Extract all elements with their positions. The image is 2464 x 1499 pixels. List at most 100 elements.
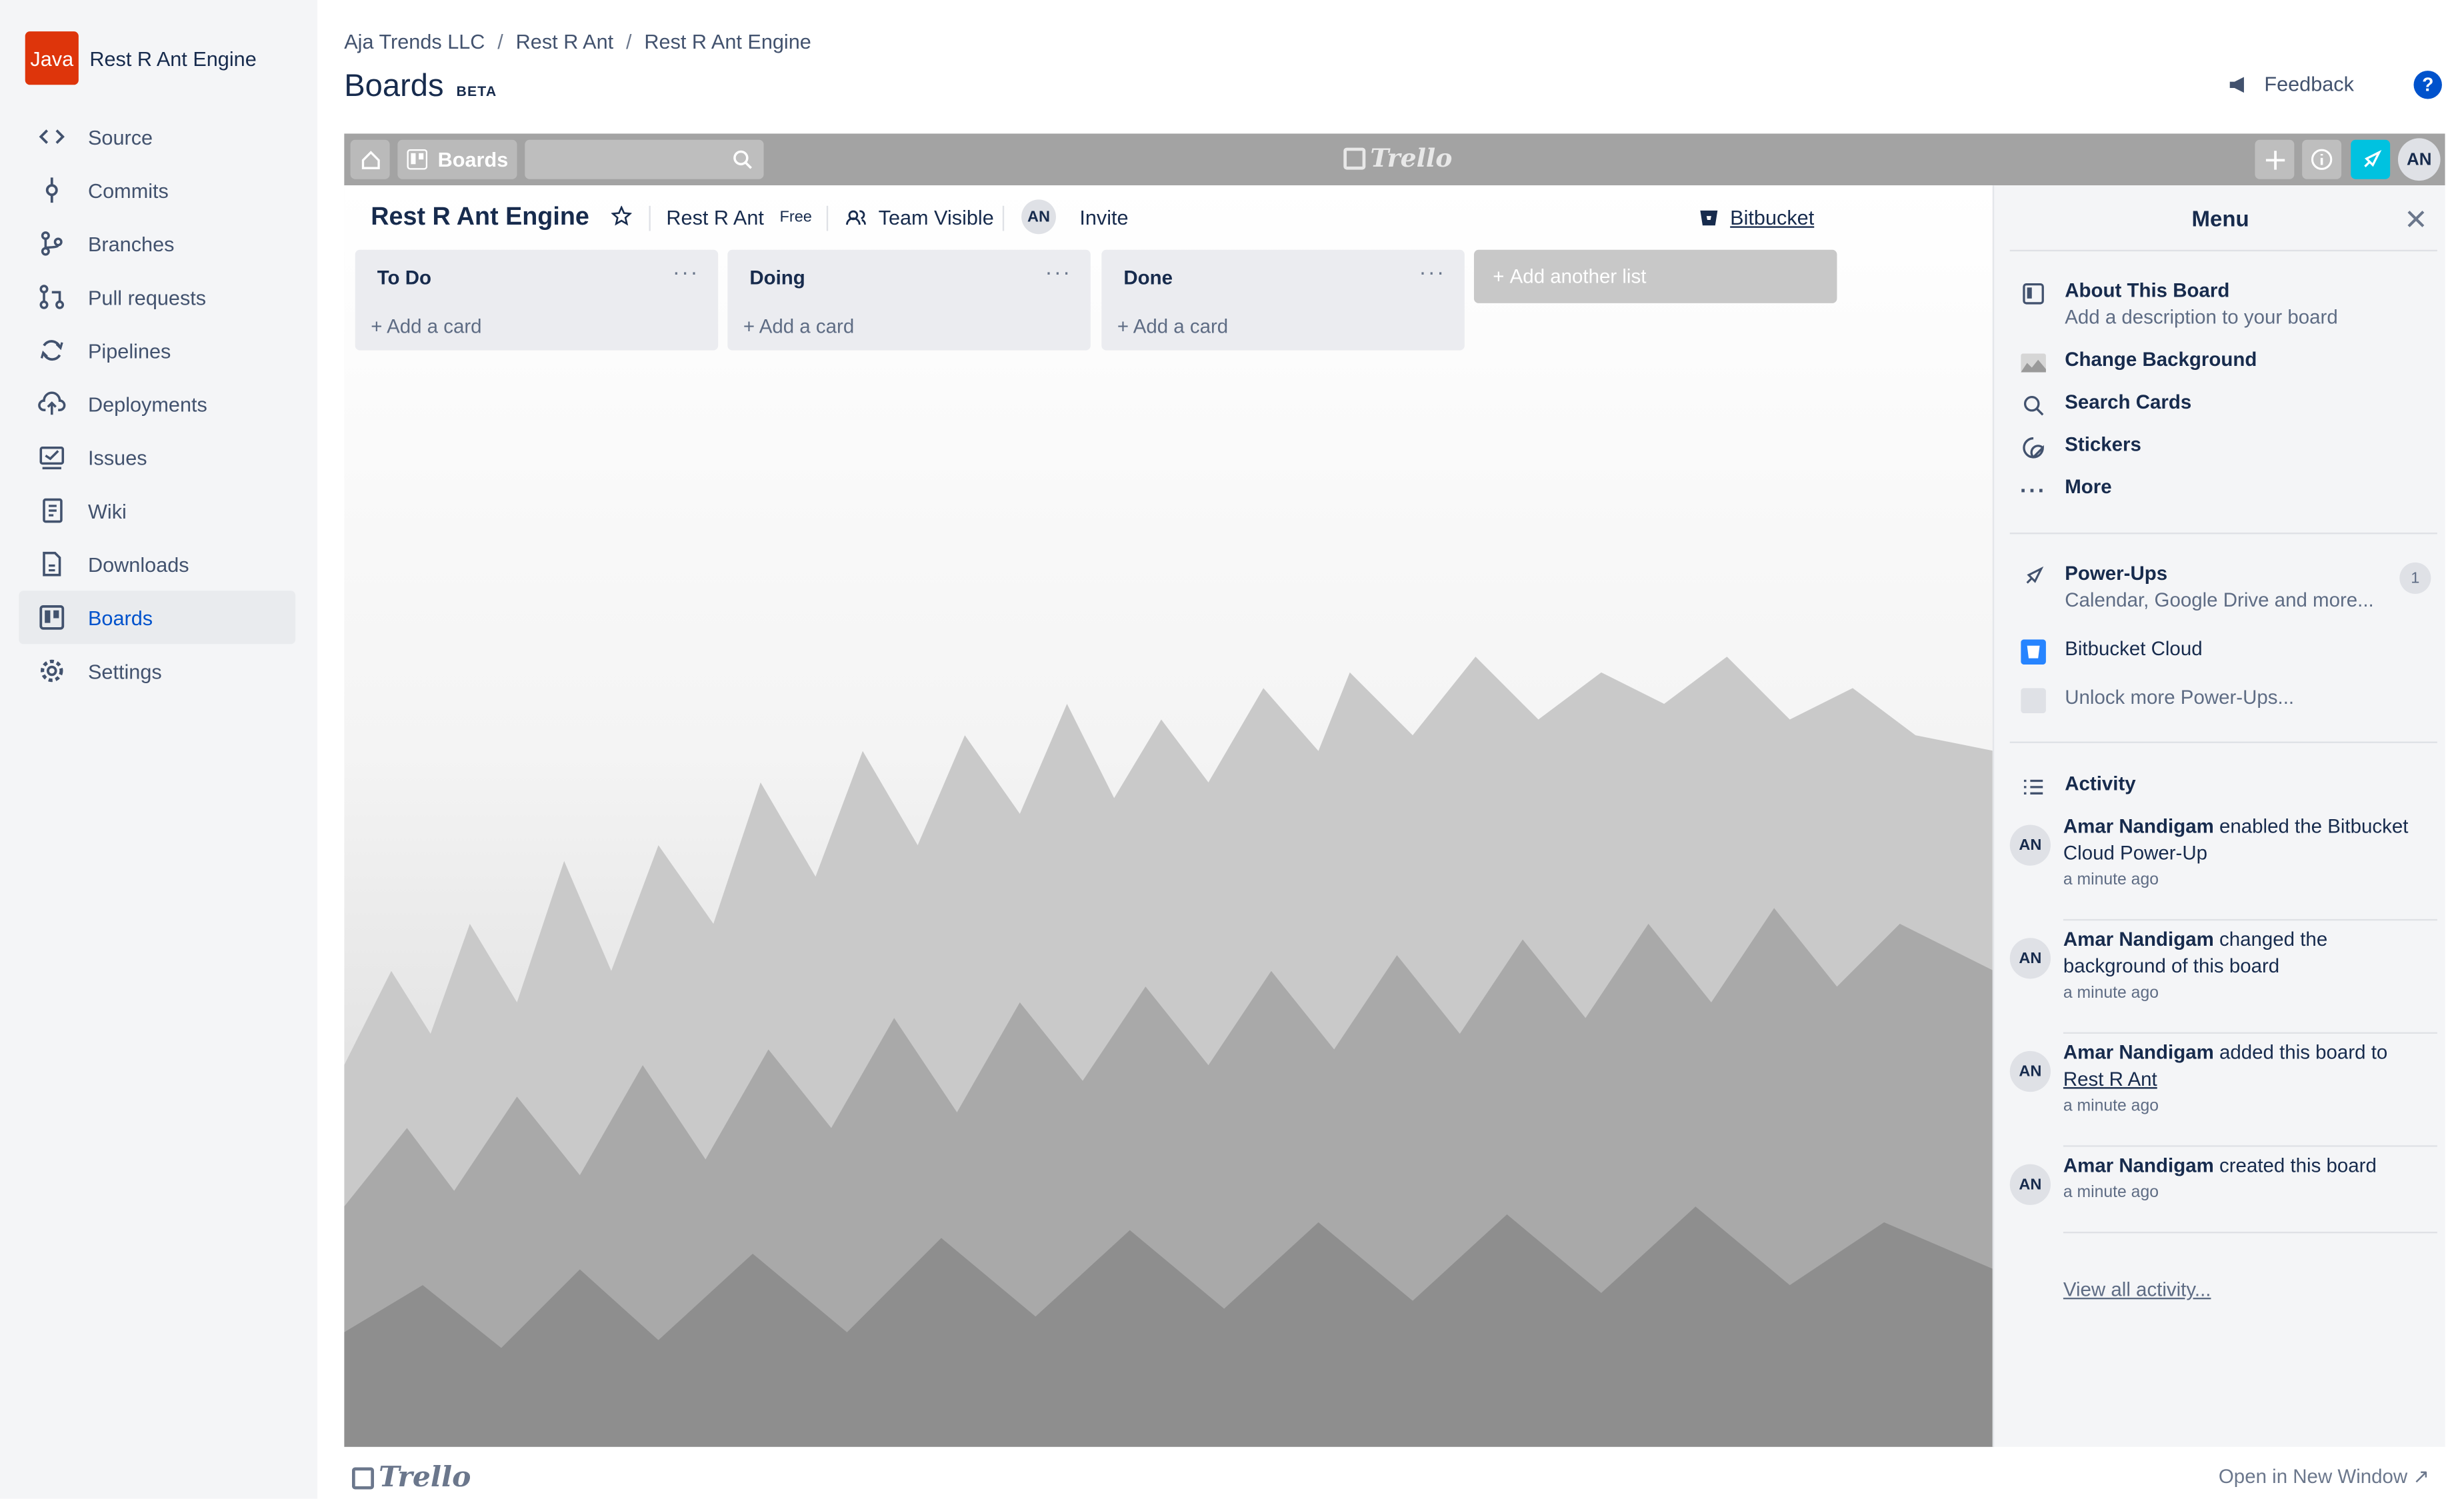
trello-logo-text: Trello <box>1370 143 1453 173</box>
menu-item-unlock-power-ups[interactable]: Unlock more Power-Ups... <box>2019 687 2294 715</box>
sidebar-item-label: Branches <box>87 231 175 256</box>
add-list-label: Add another list <box>1509 265 1647 288</box>
activity-icon <box>2019 773 2047 801</box>
sidebar-item-issues[interactable]: Issues <box>19 431 295 484</box>
sidebar-item-pipelines[interactable]: Pipelines <box>19 324 295 377</box>
avatar[interactable]: AN <box>2009 938 2051 979</box>
visibility-button[interactable]: Team Visible <box>845 206 994 229</box>
create-button[interactable] <box>2255 139 2295 179</box>
breadcrumb-item[interactable]: Rest R Ant Engine <box>644 30 811 53</box>
avatar[interactable]: AN <box>2009 1164 2051 1205</box>
board-header: Rest R Ant Engine Rest R Ant Free Team V… <box>344 185 1994 248</box>
plus-icon: + <box>743 315 759 338</box>
activity-time: a minute ago <box>2063 1096 2159 1116</box>
sidebar-item-label: Wiki <box>87 499 127 523</box>
view-all-activity-link[interactable]: View all activity... <box>2063 1279 2211 1301</box>
list-menu-icon[interactable]: ··· <box>1045 259 1071 285</box>
sidebar-item-wiki[interactable]: Wiki <box>19 484 295 537</box>
trello-footer-logo[interactable]: Trello <box>351 1461 471 1494</box>
sidebar-item-branches[interactable]: Branches <box>19 217 295 270</box>
breadcrumb-item[interactable]: Rest R Ant <box>516 30 613 53</box>
repo-header[interactable]: Java Rest R Ant Engine <box>25 31 257 85</box>
add-list-button[interactable]: + Add another list <box>1473 249 1837 303</box>
list-title[interactable]: To Do <box>377 267 431 289</box>
menu-item-stickers[interactable]: Stickers <box>2019 434 2141 462</box>
close-icon[interactable]: ✕ <box>2404 204 2428 237</box>
activity-user[interactable]: Amar Nandigam <box>2063 1154 2214 1176</box>
breadcrumb-item[interactable]: Aja Trends LLC <box>344 30 485 53</box>
activity-team-link[interactable]: Rest R Ant <box>2063 1068 2157 1090</box>
trello-logo[interactable]: Trello <box>1343 143 1452 173</box>
pipelines-icon <box>38 336 66 364</box>
add-card-button[interactable]: + Add a card <box>1117 316 1228 338</box>
bitbucket-button[interactable]: Bitbucket <box>1699 206 1814 229</box>
activity-user[interactable]: Amar Nandigam <box>2063 815 2214 837</box>
plus-icon: + <box>1117 315 1133 338</box>
menu-item-power-ups[interactable]: Power-Ups Calendar, Google Drive and mor… <box>2019 563 2374 611</box>
star-button[interactable] <box>611 205 632 227</box>
sidebar-item-settings[interactable]: Settings <box>19 644 295 697</box>
sidebar-item-source[interactable]: Source <box>19 110 295 163</box>
avatar[interactable]: AN <box>2397 138 2441 181</box>
list-title[interactable]: Doing <box>749 267 805 289</box>
sidebar-item-boards[interactable]: Boards <box>19 591 296 645</box>
code-icon <box>38 123 66 151</box>
sidebar-item-deployments[interactable]: Deployments <box>19 377 295 431</box>
info-button[interactable] <box>2302 139 2342 179</box>
member-avatar[interactable]: AN <box>1021 199 1056 235</box>
more-label: More <box>2065 476 2112 499</box>
open-in-new-window-link[interactable]: Open in New Window ↗ <box>2219 1464 2429 1488</box>
sidebar-item-downloads[interactable]: Downloads <box>19 537 295 591</box>
menu-title: Menu <box>2191 205 2249 231</box>
add-card-label: Add a card <box>387 315 482 338</box>
sidebar-item-label: Pipelines <box>87 338 171 363</box>
feedback-button[interactable]: Feedback <box>2227 72 2354 96</box>
notifications-button[interactable] <box>2351 139 2391 179</box>
board-search-input[interactable] <box>525 139 764 179</box>
help-icon[interactable]: ? <box>2413 71 2442 99</box>
avatar[interactable]: AN <box>2009 1050 2051 1092</box>
sidebar-item-label: Boards <box>87 605 153 630</box>
add-card-label: Add a card <box>1133 315 1229 338</box>
bitbucket-cloud-label: Bitbucket Cloud <box>2065 637 2203 660</box>
home-icon <box>361 150 379 169</box>
activity-title: Activity <box>2065 772 2136 795</box>
activity-user[interactable]: Amar Nandigam <box>2063 1042 2214 1064</box>
menu-item-change-background[interactable]: Change Background <box>2019 349 2257 377</box>
home-button[interactable] <box>350 139 390 179</box>
list-todo: To Do ··· + Add a card <box>355 249 719 351</box>
menu-item-search-cards[interactable]: Search Cards <box>2019 391 2191 419</box>
add-card-button[interactable]: + Add a card <box>743 316 854 338</box>
board-name[interactable]: Rest R Ant Engine <box>371 204 589 232</box>
snowy-forest-image <box>344 185 1995 1447</box>
downloads-icon <box>38 550 66 578</box>
team-button[interactable]: Rest R Ant Free <box>666 206 812 229</box>
cloud-upload-icon <box>38 390 66 418</box>
invite-button[interactable]: Invite <box>1079 206 1128 229</box>
list-title[interactable]: Done <box>1123 267 1173 289</box>
activity-time: a minute ago <box>2063 1182 2159 1202</box>
list-menu-icon[interactable]: ··· <box>1419 259 1445 285</box>
bitbucket-link: Bitbucket <box>1730 205 1815 230</box>
pull-request-icon <box>38 283 66 311</box>
menu-item-more[interactable]: ··· More <box>2019 476 2112 504</box>
search-icon <box>2019 391 2047 419</box>
avatar[interactable]: AN <box>2009 824 2051 866</box>
repo-avatar[interactable]: Java <box>25 31 79 85</box>
repo-name[interactable]: Rest R Ant Engine <box>89 47 256 70</box>
sidebar-item-label: Downloads <box>87 552 189 576</box>
visibility-label: Team Visible <box>878 205 994 230</box>
activity-user[interactable]: Amar Nandigam <box>2063 928 2214 950</box>
boards-button[interactable]: Boards <box>397 139 517 179</box>
sidebar-item-pull-requests[interactable]: Pull requests <box>19 270 295 323</box>
list-done: Done ··· + Add a card <box>1101 249 1465 351</box>
issues-icon <box>38 443 66 471</box>
list-menu-icon[interactable]: ··· <box>673 259 699 285</box>
board-menu-panel: Menu ✕ About This Board Add a descriptio… <box>1992 185 2445 1447</box>
sidebar-item-commits[interactable]: Commits <box>19 163 295 217</box>
menu-item-about[interactable]: About This Board Add a description to yo… <box>2019 280 2338 329</box>
boards-button-label: Boards <box>437 147 509 171</box>
menu-item-bitbucket-cloud[interactable]: Bitbucket Cloud <box>2019 638 2203 666</box>
trello-logo-icon <box>351 1466 374 1489</box>
add-card-button[interactable]: + Add a card <box>371 316 481 338</box>
